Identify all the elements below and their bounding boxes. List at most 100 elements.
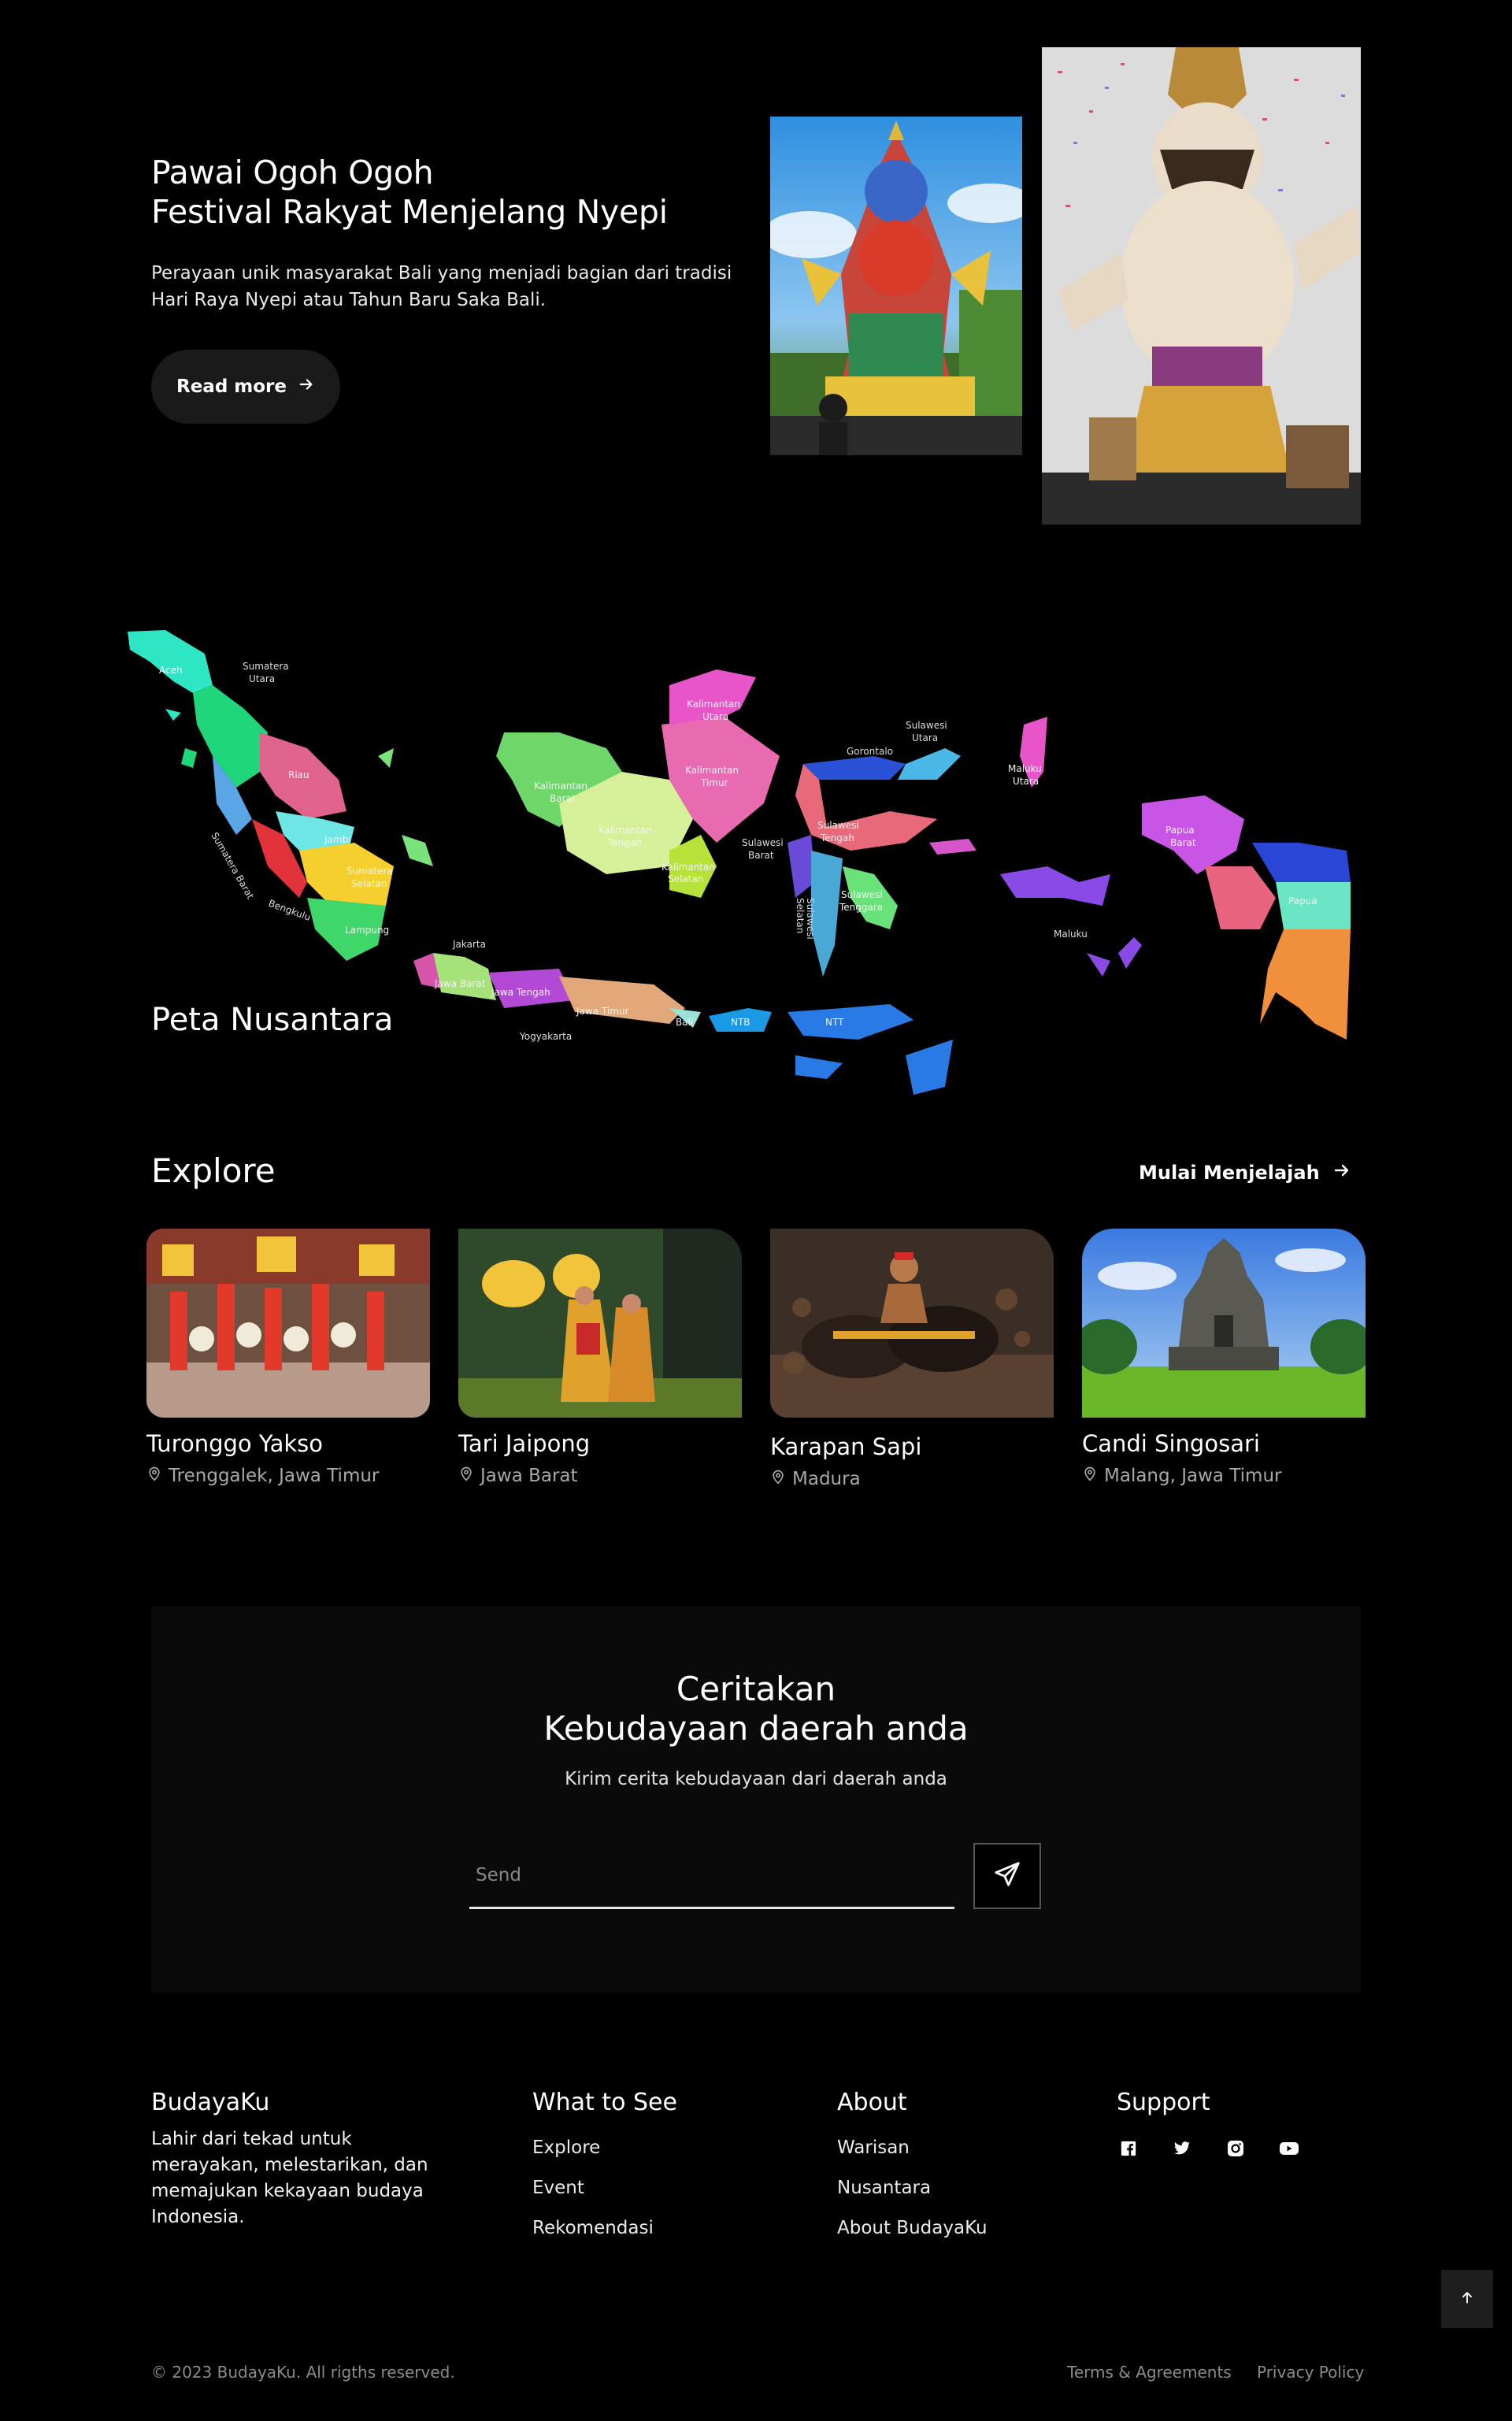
map-label-aceh: Aceh [159,665,183,676]
story-input[interactable] [469,1843,954,1909]
map-label-kalbar-2: Barat [550,793,576,804]
card-location-text: Malang, Jawa Timur [1104,1466,1282,1486]
map-region-papua-selatan-bawah [1260,929,1351,1040]
card-location-text: Madura [792,1469,861,1489]
map-label-malut-2: Utara [1013,776,1039,787]
map-label-kalut-1: Kalimantan [687,699,740,710]
map-label-kalut-2: Utara [702,711,728,722]
map-label-sultra-2: Tenggara [839,902,883,913]
card-title[interactable]: Karapan Sapi [770,1433,921,1460]
map-region-papua-selatan [1205,866,1276,929]
map-region-sumatera-utara [193,685,268,788]
map-label-sulut-1: Sulawesi [906,720,947,731]
map-label-papua: Papua [1288,895,1317,906]
map-label-sumatera-selatan-2: Selatan [351,878,387,889]
arrow-right-icon [1332,1161,1351,1185]
footer-link-event[interactable]: Event [532,2178,584,2198]
send-icon [992,1859,1022,1893]
footer-link-warisan[interactable]: Warisan [837,2137,910,2158]
map-title: Peta Nusantara [151,1002,394,1038]
map-region-papua-utara [1252,843,1351,882]
card-image-tari-jaipong[interactable] [458,1229,742,1418]
map-label-malut-1: Maluku [1008,763,1042,774]
map-region-sulawesi-barat [788,835,815,898]
footer-link-rekomendasi[interactable]: Rekomendasi [532,2218,654,2238]
card-title[interactable]: Candi Singosari [1082,1430,1260,1457]
footer-brand-description: Lahir dari tekad untuk merayakan, melest… [151,2129,428,2227]
map-label-sulut-2: Utara [912,732,938,743]
privacy-link[interactable]: Privacy Policy [1257,2363,1364,2382]
map-label-kaltim-1: Kalimantan [685,765,739,776]
read-more-label: Read more [176,376,287,397]
arrow-up-icon [1459,2289,1475,2310]
map-region-babel [402,835,433,866]
card-location: Jawa Barat [458,1465,578,1487]
map-label-sulsel-2: Selatan [795,898,806,933]
map-region-sulawesi-utara [898,748,961,780]
map-label-jawa-timur: Jawa Timur [576,1006,628,1017]
card-image-turonggo-yakso[interactable] [146,1229,430,1418]
map-label-bengkulu: Bengkulu [267,898,312,923]
map-label-sulteng-2: Tengah [820,832,854,843]
map-label-sulteng-1: Sulawesi [817,820,859,831]
copyright: © 2023 BudayaKu. All rigths reserved. [151,2363,455,2382]
map-label-ntb: NTB [731,1017,750,1028]
start-exploring-link[interactable]: Mulai Menjelajah [1139,1161,1351,1185]
map-label-kalsel-1: Kalimantan [662,862,715,873]
card-location: Trenggalek, Jawa Timur [146,1465,379,1487]
ogoh-ogoh-photo-small [770,117,1022,455]
map-label-sumatera-selatan-1: Sumatera [346,866,393,877]
footer-link-explore[interactable]: Explore [532,2137,600,2158]
map-label-sulbar-1: Sulawesi [742,837,784,848]
card-title[interactable]: Tari Jaipong [458,1430,590,1457]
cta-title: Ceritakan Kebudayaan daerah anda [0,1670,1512,1748]
map-label-bali: Bali [676,1017,693,1028]
location-pin-icon [770,1468,786,1490]
card-title[interactable]: Turonggo Yakso [146,1430,323,1457]
youtube-icon[interactable] [1279,2138,1299,2159]
map-label-lampung: Lampung [345,925,389,936]
card-location: Malang, Jawa Timur [1082,1465,1282,1487]
terms-link[interactable]: Terms & Agreements [1067,2363,1232,2382]
start-exploring-label: Mulai Menjelajah [1139,1162,1320,1184]
hero-title: Pawai Ogoh Ogoh Festival Rakyat Menjelan… [151,153,750,232]
map-label-jambi: Jambi [324,834,351,845]
map-label-sumatera-utara-1: Sumatera [243,661,289,672]
map-label-riau: Riau [288,769,309,780]
card-image-candi-singosari[interactable] [1082,1229,1366,1418]
footer-link-nusantara[interactable]: Nusantara [837,2178,931,2198]
map-label-kalteng-2: Tengah [607,837,642,848]
facebook-icon[interactable] [1118,2138,1139,2159]
map-label-sumatera-utara-2: Utara [249,673,275,684]
send-button[interactable] [973,1843,1041,1909]
map-region-ntt [788,1004,914,1040]
cta-title-line2: Kebudayaan daerah anda [543,1709,969,1748]
card-location-text: Jawa Barat [480,1466,578,1486]
cta-title-line1: Ceritakan [676,1670,836,1708]
hero-title-line1: Pawai Ogoh Ogoh [151,154,434,191]
explore-title: Explore [151,1151,276,1190]
arrow-right-icon [298,376,315,398]
map-region-aceh [128,630,213,693]
instagram-icon[interactable] [1225,2138,1246,2159]
map-label-kalbar-1: Kalimantan [534,780,587,792]
map-label-maluku: Maluku [1054,929,1088,940]
back-to-top-button[interactable] [1441,2270,1493,2328]
card-image-karapan-sapi[interactable] [770,1229,1054,1418]
read-more-button[interactable]: Read more [151,350,340,424]
map-label-kalsel-2: Selatan [668,873,703,884]
map-label-sumatera-barat: Sumatera Barat [209,831,256,902]
map-label-papbar-2: Barat [1170,837,1196,848]
map-label-kaltim-2: Timur [700,777,728,788]
map-label-sultra-1: Sulawesi [841,889,883,900]
map-label-gorontalo: Gorontalo [847,746,893,757]
location-pin-icon [1082,1465,1098,1487]
twitter-icon[interactable] [1172,2138,1192,2159]
map-label-papbar-1: Papua [1166,825,1195,836]
map-label-sulbar-2: Barat [748,850,774,861]
map-label-sulsel-1: Sulawesi [805,898,816,940]
story-submit-section [151,1607,1361,1993]
footer-link-about-budayaku[interactable]: About BudayaKu [837,2218,988,2238]
location-pin-icon [458,1465,474,1487]
map-label-jawa-barat: Jawa Barat [434,978,486,989]
